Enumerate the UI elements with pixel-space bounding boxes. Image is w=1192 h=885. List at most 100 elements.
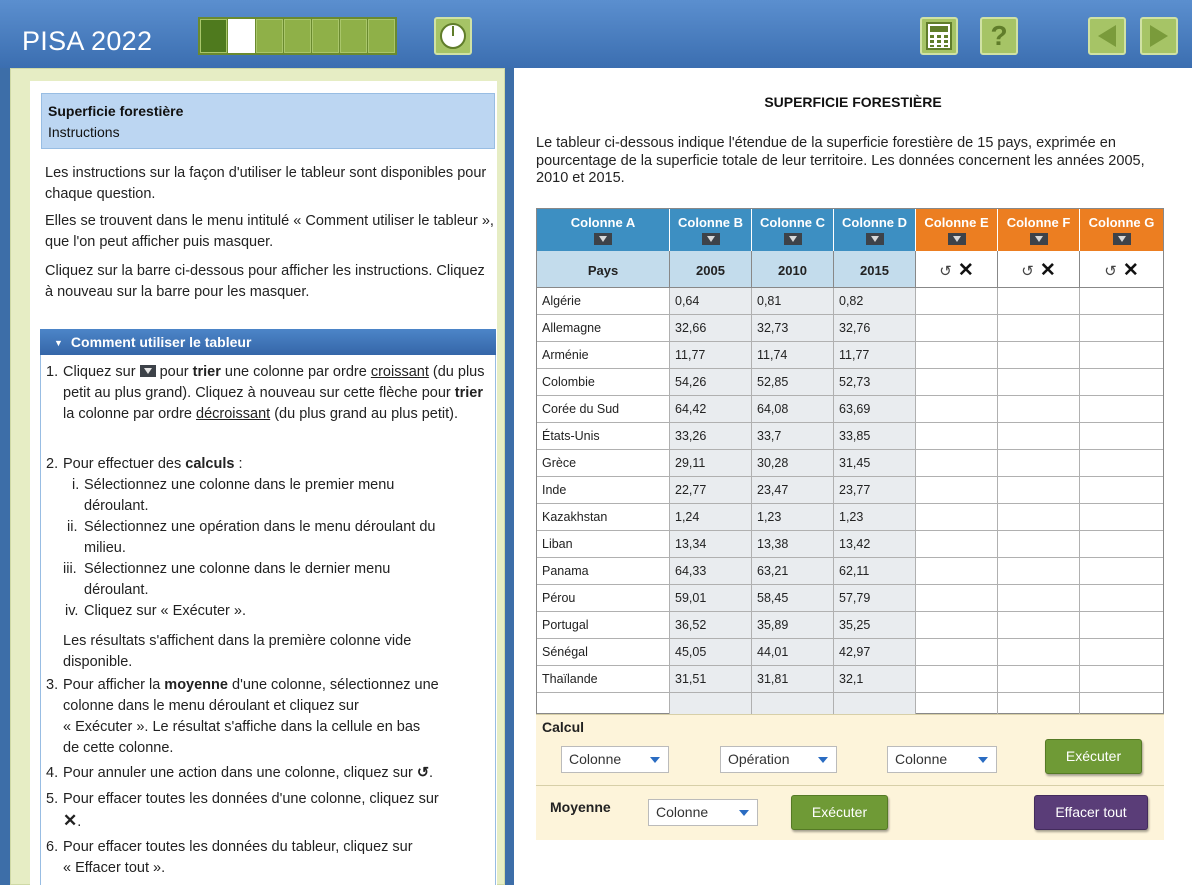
table-cell: 59,01 — [670, 585, 752, 612]
table-cell: Arménie — [537, 342, 670, 369]
table-cell: 45,05 — [670, 639, 752, 666]
select-value: Colonne — [656, 804, 709, 820]
table-cell — [1080, 423, 1163, 450]
table-cell — [916, 477, 998, 504]
table-cell: Portugal — [537, 612, 670, 639]
table-cell: 30,28 — [752, 450, 834, 477]
table-cell: Grèce — [537, 450, 670, 477]
table-cell — [998, 531, 1080, 558]
table-cell: Inde — [537, 477, 670, 504]
progress-segment — [228, 19, 255, 53]
calc-column-select-1[interactable]: Colonne — [561, 746, 669, 773]
sort-arrow-icon[interactable] — [947, 233, 966, 245]
column-header-d[interactable]: Colonne D — [834, 209, 916, 251]
table-cell: 11,77 — [834, 342, 916, 369]
clear-column-icon[interactable]: ✕ — [958, 260, 974, 281]
clear-all-button[interactable]: Effacer tout — [1034, 795, 1148, 830]
table-cell — [998, 396, 1080, 423]
table-cell: 32,73 — [752, 315, 834, 342]
table-cell: 23,47 — [752, 477, 834, 504]
top-bar: PISA 2022 ? — [0, 0, 1192, 68]
table-cell — [998, 639, 1080, 666]
table-cell — [1080, 342, 1163, 369]
mean-column-select[interactable]: Colonne — [648, 799, 758, 826]
table-cell — [916, 639, 998, 666]
sort-arrow-icon[interactable] — [1112, 233, 1131, 245]
mean-label: Moyenne — [550, 799, 611, 815]
item-title: SUPERFICIE FORESTIÈRE — [764, 94, 942, 110]
table-cell — [998, 315, 1080, 342]
substep-text: Cliquez sur « Exécuter ». — [84, 603, 246, 619]
table-cell — [916, 612, 998, 639]
table-cell: 35,89 — [752, 612, 834, 639]
table-cell: 42,97 — [834, 639, 916, 666]
table-cell: 52,85 — [752, 369, 834, 396]
howto-content: 1. Cliquez sur pour trier une colonne pa… — [40, 355, 496, 885]
table-cell — [916, 504, 998, 531]
sort-arrow-icon[interactable] — [1029, 233, 1048, 245]
undo-icon: ↺ — [416, 765, 430, 781]
undo-icon[interactable]: ↺ — [939, 263, 952, 280]
clear-column-icon[interactable]: ✕ — [1123, 260, 1139, 281]
table-cell: Colombie — [537, 369, 670, 396]
calc-column-select-2[interactable]: Colonne — [887, 746, 997, 773]
divider — [536, 785, 1164, 786]
calc-operation-select[interactable]: Opération — [720, 746, 837, 773]
column-header-b[interactable]: Colonne B — [670, 209, 752, 251]
clear-column-icon[interactable]: ✕ — [1040, 260, 1056, 281]
undo-icon[interactable]: ↺ — [1104, 263, 1117, 280]
step-number: 5. — [46, 791, 59, 807]
mean-execute-button[interactable]: Exécuter — [791, 795, 888, 830]
column-header-a[interactable]: Colonne A — [537, 209, 670, 251]
sort-arrow-icon[interactable] — [783, 233, 802, 245]
step-number: 6. — [46, 839, 59, 855]
table-cell: 52,73 — [834, 369, 916, 396]
sort-arrow-icon — [139, 365, 156, 377]
chevron-down-icon — [818, 757, 828, 763]
sort-arrow-icon[interactable] — [865, 233, 884, 245]
column-f-actions: ↺ ✕ — [998, 251, 1080, 288]
table-cell: 0,81 — [752, 288, 834, 315]
table-cell — [916, 666, 998, 693]
step-number: 1. — [46, 364, 59, 380]
table-cell — [998, 423, 1080, 450]
previous-button[interactable] — [1088, 17, 1126, 55]
table-cell — [998, 585, 1080, 612]
table-cell — [998, 342, 1080, 369]
help-icon: ? — [990, 20, 1008, 51]
table-cell — [998, 369, 1080, 396]
table-cell — [916, 315, 998, 342]
next-button[interactable] — [1140, 17, 1178, 55]
table-cell — [1080, 531, 1163, 558]
table-cell — [1080, 450, 1163, 477]
clear-x-icon: ✕ — [63, 811, 78, 830]
instructions-paragraph: Cliquez sur la barre ci-dessous pour aff… — [45, 263, 485, 300]
column-header-g[interactable]: Colonne G — [1080, 209, 1163, 251]
table-cell: 32,76 — [834, 315, 916, 342]
table-cell — [998, 612, 1080, 639]
unit-header: Superficie forestière Instructions — [41, 93, 495, 149]
select-value: Opération — [728, 751, 790, 767]
column-header-f[interactable]: Colonne F — [998, 209, 1080, 251]
progress-segment — [256, 19, 283, 53]
stimulus-panel: Superficie forestière Instructions Les i… — [10, 68, 505, 885]
table-cell: 44,01 — [752, 639, 834, 666]
sort-arrow-icon[interactable] — [594, 233, 612, 245]
help-button[interactable]: ? — [980, 17, 1018, 55]
table-cell — [916, 423, 998, 450]
table-cell — [916, 531, 998, 558]
calculator-button[interactable] — [920, 17, 958, 55]
table-cell — [998, 558, 1080, 585]
timer-button[interactable] — [434, 17, 472, 55]
sort-arrow-icon[interactable] — [701, 233, 720, 245]
undo-icon[interactable]: ↺ — [1021, 263, 1034, 280]
table-cell: 32,66 — [670, 315, 752, 342]
table-cell: 31,45 — [834, 450, 916, 477]
column-header-c[interactable]: Colonne C — [752, 209, 834, 251]
table-cell — [1080, 558, 1163, 585]
howto-toggle-bar[interactable]: ▼ Comment utiliser le tableur — [40, 329, 496, 355]
calc-execute-button[interactable]: Exécuter — [1045, 739, 1142, 774]
column-header-e[interactable]: Colonne E — [916, 209, 998, 251]
step-1-text: Cliquez sur pour trier une colonne par o… — [63, 364, 485, 422]
table-cell: 31,81 — [752, 666, 834, 693]
